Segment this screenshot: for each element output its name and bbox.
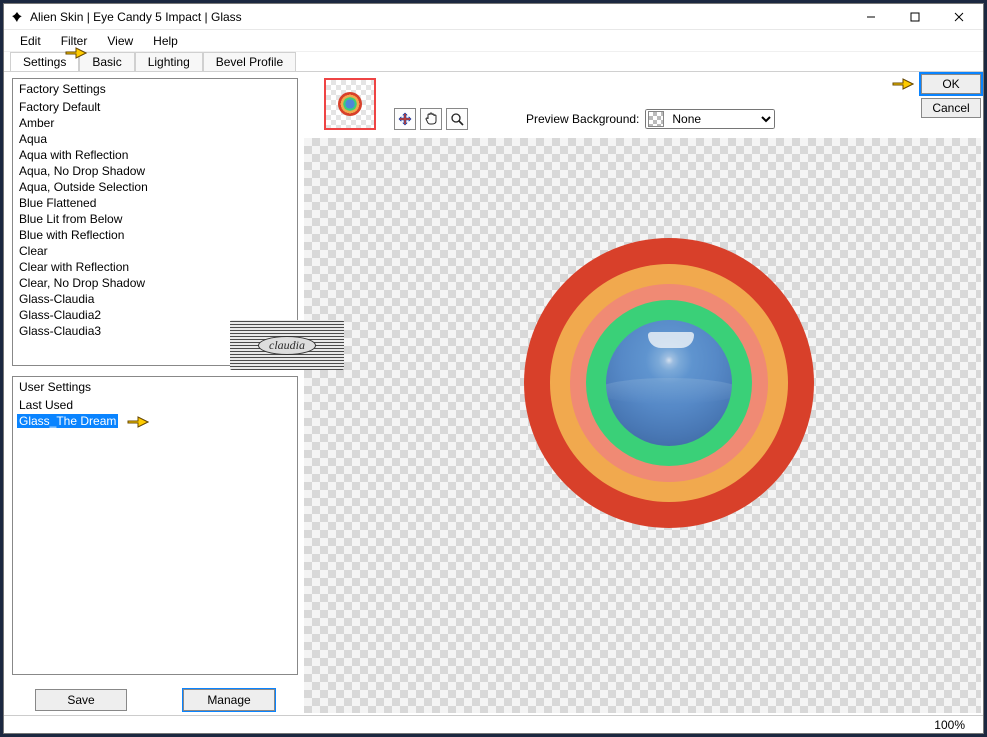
menu-help[interactable]: Help (143, 31, 188, 51)
transparency-swatch-icon (648, 111, 664, 127)
user-list[interactable]: Last Used Glass_The Dream (13, 397, 297, 674)
menu-view[interactable]: View (97, 31, 143, 51)
list-item[interactable]: Clear with Reflection (13, 259, 297, 275)
maximize-button[interactable] (893, 5, 937, 29)
list-item[interactable]: Amber (13, 115, 297, 131)
user-settings-listbox: User Settings Last Used Glass_The Dream (12, 376, 298, 675)
list-item[interactable]: Aqua (13, 131, 297, 147)
preview-tools (394, 108, 468, 130)
list-item[interactable]: Clear, No Drop Shadow (13, 275, 297, 291)
close-button[interactable] (937, 5, 981, 29)
cancel-button[interactable]: Cancel (921, 98, 981, 118)
list-item[interactable]: Aqua with Reflection (13, 147, 297, 163)
factory-list[interactable]: Factory Default Amber Aqua Aqua with Ref… (13, 99, 297, 365)
app-icon (10, 10, 24, 24)
zoom-tool-icon[interactable] (446, 108, 468, 130)
hand-tool-icon[interactable] (420, 108, 442, 130)
tutorial-hand-icon (126, 413, 152, 431)
tutorial-hand-icon (891, 75, 917, 93)
preview-bg-select[interactable]: None (645, 109, 775, 129)
left-buttons: Save Manage (12, 685, 298, 711)
move-tool-icon[interactable] (394, 108, 416, 130)
preview-canvas[interactable] (304, 138, 981, 713)
main-row: Factory Settings Factory Default Amber A… (4, 72, 983, 715)
list-item[interactable]: Clear (13, 243, 297, 259)
list-item[interactable]: Factory Default (13, 99, 297, 115)
preview-thumbnail[interactable] (324, 78, 376, 130)
list-item[interactable]: Glass-Claudia (13, 291, 297, 307)
menu-filter[interactable]: Filter (51, 31, 98, 51)
right-panel: OK Cancel (302, 72, 983, 715)
titlebar: Alien Skin | Eye Candy 5 Impact | Glass (4, 4, 983, 30)
preview-background-control: Preview Background: None (526, 109, 775, 129)
tab-bevel[interactable]: Bevel Profile (203, 52, 296, 71)
app-window: Alien Skin | Eye Candy 5 Impact | Glass … (3, 3, 984, 734)
minimize-button[interactable] (849, 5, 893, 29)
list-item[interactable]: Blue Flattened (13, 195, 297, 211)
preview-toolbar: Preview Background: None (302, 72, 983, 136)
save-button[interactable]: Save (35, 689, 127, 711)
list-item[interactable]: Blue Lit from Below (13, 211, 297, 227)
menu-edit[interactable]: Edit (10, 31, 51, 51)
list-item[interactable]: Aqua, Outside Selection (13, 179, 297, 195)
preview-bg-label: Preview Background: (526, 112, 639, 126)
list-item-selected[interactable]: Glass_The Dream (17, 414, 118, 428)
list-item[interactable]: Blue with Reflection (13, 227, 297, 243)
factory-title: Factory Settings (13, 79, 297, 99)
ok-button[interactable]: OK (921, 74, 981, 94)
glass-sphere-preview (524, 238, 814, 528)
zoom-level: 100% (934, 718, 965, 732)
manage-button[interactable]: Manage (183, 689, 275, 711)
factory-settings-listbox: Factory Settings Factory Default Amber A… (12, 78, 298, 366)
settings-tabbar: Settings Basic Lighting Bevel Profile (4, 52, 983, 72)
list-item[interactable]: Glass-Claudia3 (13, 323, 297, 339)
user-title: User Settings (13, 377, 297, 397)
window-title: Alien Skin | Eye Candy 5 Impact | Glass (30, 10, 242, 24)
menubar: Edit Filter View Help (4, 30, 983, 52)
list-item[interactable]: Aqua, No Drop Shadow (13, 163, 297, 179)
list-item[interactable]: Glass-Claudia2 (13, 307, 297, 323)
left-panel: Factory Settings Factory Default Amber A… (4, 72, 302, 715)
dialog-buttons: OK Cancel (891, 74, 981, 118)
list-item[interactable]: Last Used (13, 397, 297, 413)
tab-lighting[interactable]: Lighting (135, 52, 203, 71)
tab-basic[interactable]: Basic (79, 52, 134, 71)
tab-settings[interactable]: Settings (10, 52, 79, 71)
statusbar: 100% (4, 715, 983, 733)
